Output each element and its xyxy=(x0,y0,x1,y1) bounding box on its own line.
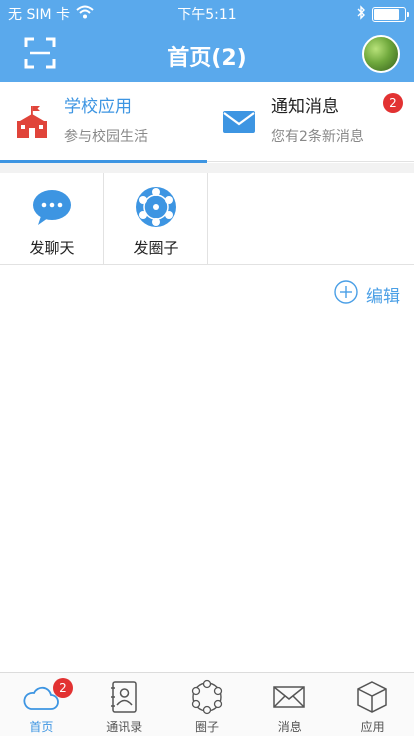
tab-contacts[interactable]: 通讯录 xyxy=(83,673,166,736)
app-label: 发圈子 xyxy=(133,239,179,257)
contacts-book-icon xyxy=(106,679,142,715)
tab-label: 首页 xyxy=(29,720,54,734)
battery-fill xyxy=(374,9,400,20)
tab-label: 应用 xyxy=(360,720,385,734)
envelope-icon xyxy=(271,679,307,715)
apps-box-icon xyxy=(354,679,390,715)
nav-bar: 首页(2) xyxy=(0,26,414,82)
add-circle-icon xyxy=(334,280,358,309)
tab-apps[interactable]: 应用 xyxy=(331,673,414,736)
section-divider xyxy=(0,163,414,173)
tab-circle[interactable]: 圈子 xyxy=(166,673,249,736)
status-time: 下午5:11 xyxy=(177,7,237,23)
app-chat[interactable]: 发聊天 xyxy=(0,173,104,265)
circle-icon xyxy=(189,679,225,715)
app-grid: 发聊天 发圈子 xyxy=(0,173,414,265)
segment-subtitle: 参与校园生活 xyxy=(64,129,148,145)
tab-label: 圈子 xyxy=(194,720,219,734)
status-bar: 无 SIM 卡 下午5:11 xyxy=(0,0,414,26)
tab-notifications[interactable]: 通知消息 您有2条新消息 2 xyxy=(207,82,414,162)
edit-label: 编辑 xyxy=(366,287,400,307)
header: 无 SIM 卡 下午5:11 首页(2) xyxy=(0,0,414,82)
circle-group-icon xyxy=(135,186,177,228)
tab-home[interactable]: 2 首页 xyxy=(0,673,83,736)
chat-bubble-icon xyxy=(31,186,73,228)
page-title: 首页(2) xyxy=(167,46,247,71)
school-icon xyxy=(14,104,50,140)
app-circle[interactable]: 发圈子 xyxy=(104,173,208,265)
bluetooth-icon xyxy=(357,5,366,24)
segment-title: 学校应用 xyxy=(64,97,132,117)
tab-messages[interactable]: 消息 xyxy=(248,673,331,736)
segment-subtitle: 您有2条新消息 xyxy=(271,129,364,145)
tab-school-apps[interactable]: 学校应用 参与校园生活 xyxy=(0,82,207,163)
tab-badge: 2 xyxy=(53,678,73,698)
mail-icon xyxy=(221,104,257,140)
segment-title: 通知消息 xyxy=(271,97,339,117)
edit-button[interactable]: 编辑 xyxy=(334,280,400,309)
notification-badge: 2 xyxy=(383,93,403,113)
app-label: 发聊天 xyxy=(29,239,75,257)
avatar[interactable] xyxy=(362,35,400,73)
battery-icon xyxy=(372,7,409,22)
tab-label: 消息 xyxy=(277,720,302,734)
bottom-tab-bar: 2 首页 通讯录 圈子 消息 应用 xyxy=(0,672,414,736)
segment-tabs: 学校应用 参与校园生活 通知消息 您有2条新消息 2 xyxy=(0,82,414,163)
tab-label: 通讯录 xyxy=(106,720,143,734)
